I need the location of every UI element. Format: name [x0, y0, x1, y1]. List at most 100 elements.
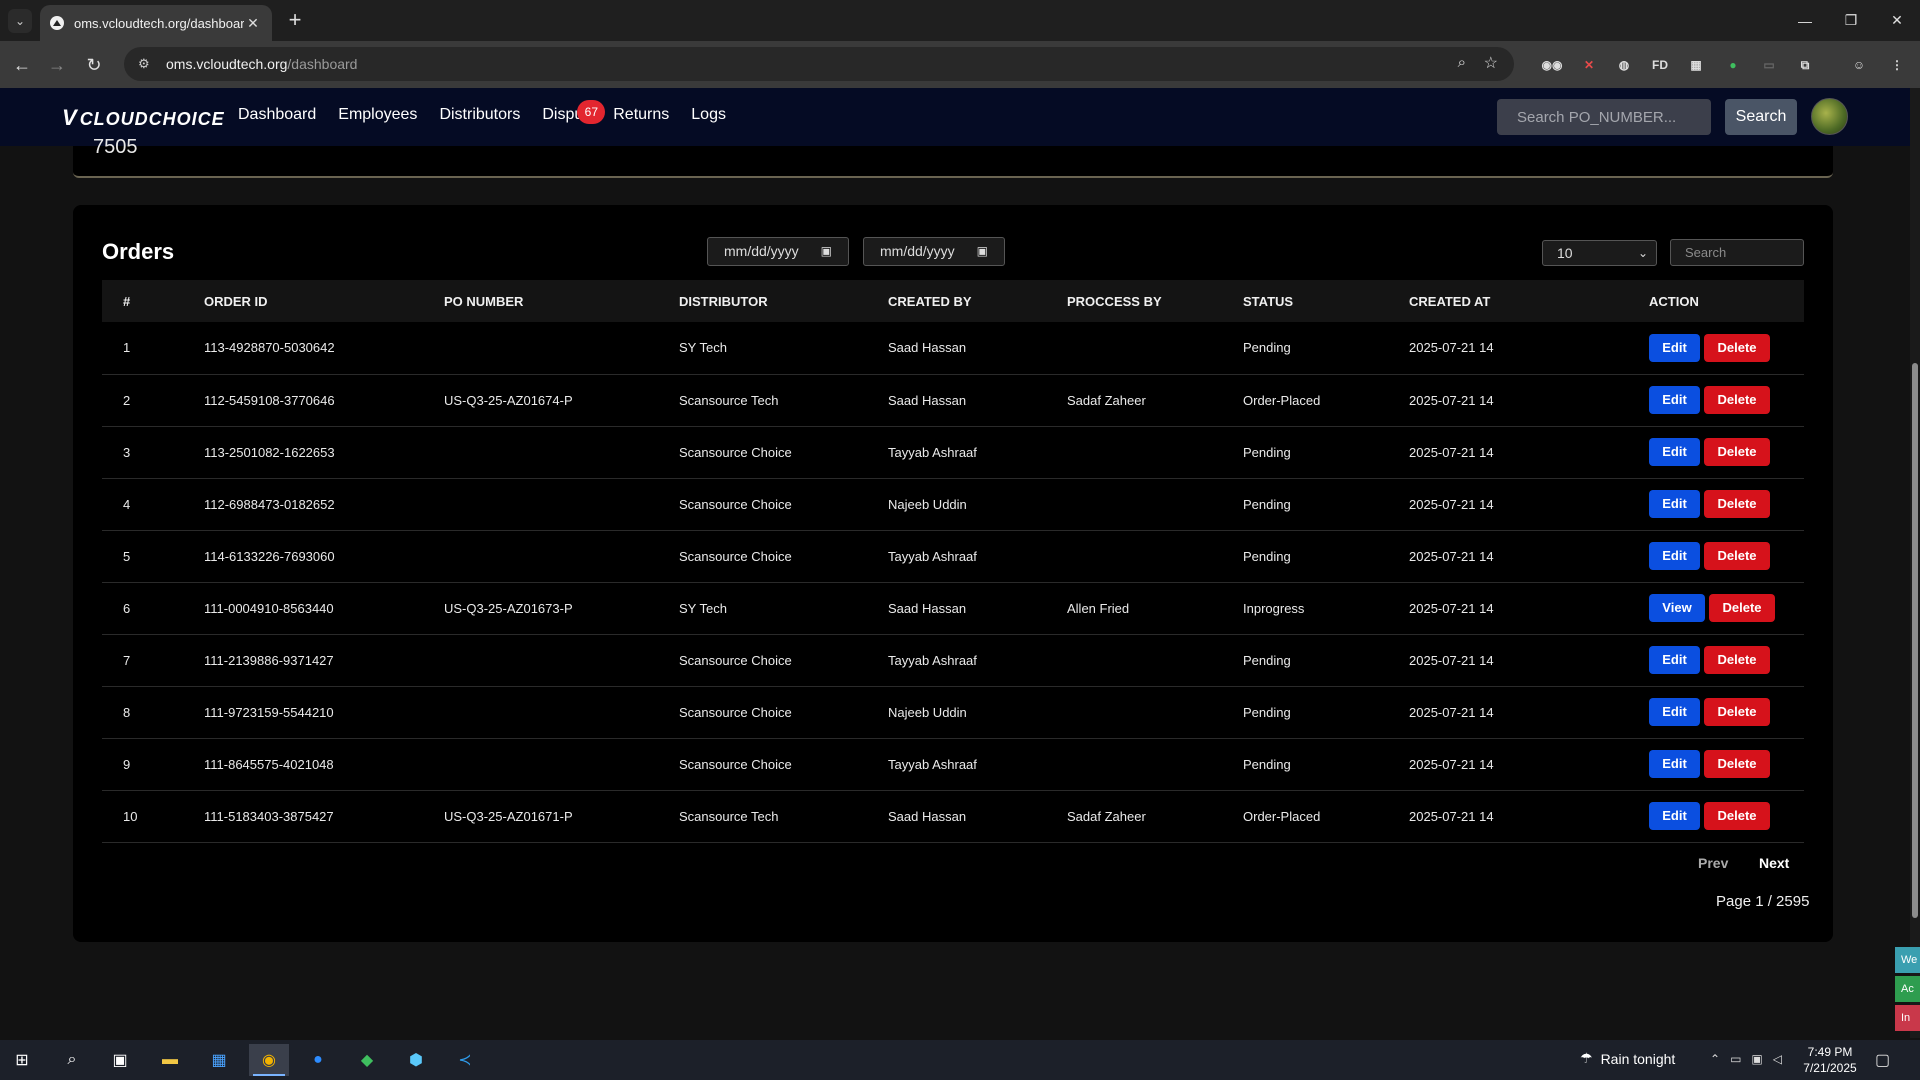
cell-order-id: 114-6133226-7693060 [204, 548, 335, 564]
prev-page-button[interactable]: Prev [1698, 855, 1728, 871]
edit-button[interactable]: Edit [1649, 438, 1700, 466]
edit-button[interactable]: Edit [1649, 542, 1700, 570]
nav-disputes[interactable]: Dispu 67 [542, 100, 606, 124]
extension-globe-icon[interactable]: ◍ [1613, 54, 1635, 76]
cell-action: Edit Delete [1649, 738, 1804, 790]
network-icon[interactable]: ▣ [1751, 1052, 1762, 1066]
table-header-row: # ORDER ID PO NUMBER DISTRIBUTOR CREATED… [102, 280, 1804, 322]
zoom-icon[interactable]: ⌕ [1458, 54, 1466, 71]
edit-button[interactable]: Edit [1649, 802, 1700, 830]
minimize-icon[interactable]: — [1782, 0, 1828, 41]
delete-button[interactable]: Delete [1709, 594, 1775, 622]
nav-employees[interactable]: Employees [338, 106, 417, 124]
notification-icon[interactable]: ▢ [1875, 1050, 1890, 1070]
browser-menu-icon[interactable]: ⋮ [1886, 54, 1908, 76]
weather-text: Rain tonight [1600, 1050, 1676, 1067]
cell-distributor: Scansource Tech [679, 808, 779, 824]
edit-button[interactable]: Edit [1649, 646, 1700, 674]
next-page-button[interactable]: Next [1759, 855, 1789, 871]
bookmark-star-icon[interactable]: ☆ [1484, 53, 1498, 73]
po-search-button[interactable]: Search [1725, 99, 1797, 135]
delete-button[interactable]: Delete [1704, 438, 1770, 466]
edit-button[interactable]: Edit [1649, 750, 1700, 778]
delete-button[interactable]: Delete [1704, 750, 1770, 778]
close-window-icon[interactable]: ✕ [1874, 0, 1920, 41]
user-avatar[interactable] [1811, 98, 1848, 135]
weather-widget[interactable]: ☂ Rain tonight [1580, 1050, 1675, 1067]
delete-button[interactable]: Delete [1704, 646, 1770, 674]
side-widget-1[interactable]: We [1895, 947, 1920, 973]
calendar-icon[interactable]: ▣ [821, 238, 832, 265]
page-scrollbar[interactable] [1910, 88, 1920, 1038]
search-icon[interactable]: ⌕ [52, 1044, 92, 1076]
orders-search-input[interactable] [1670, 239, 1804, 266]
nav-logs[interactable]: Logs [691, 106, 726, 124]
nav-distributors[interactable]: Distributors [439, 106, 520, 124]
cell-action: Edit Delete [1649, 322, 1804, 374]
zoom-app-icon[interactable]: ● [298, 1044, 338, 1076]
extension-image-icon[interactable]: ▦ [1685, 54, 1707, 76]
task-view-icon[interactable]: ▣ [100, 1044, 140, 1076]
edit-button[interactable]: Edit [1649, 698, 1700, 726]
cell-po-number: US-Q3-25-AZ01671-P [444, 808, 573, 824]
cell-po-number: US-Q3-25-AZ01674-P [444, 392, 573, 408]
forward-icon[interactable]: → [44, 52, 70, 78]
restore-icon[interactable]: ❐ [1828, 0, 1874, 41]
chrome-icon[interactable]: ◉ [249, 1044, 289, 1076]
cell-created-by: Saad Hassan [888, 392, 967, 408]
delete-button[interactable]: Delete [1704, 698, 1770, 726]
page-size-select[interactable]: 10 ⌄ [1542, 240, 1657, 266]
date-to-input[interactable]: mm/dd/yyyy ▣ [863, 237, 1005, 266]
cell-created-by: Najeeb Uddin [888, 704, 967, 720]
back-icon[interactable]: ← [9, 52, 35, 78]
taskbar-clock[interactable]: 7:49 PM 7/21/2025 [1795, 1044, 1865, 1076]
browser-tab-active[interactable]: oms.vcloudtech.org/dashboard ✕ [40, 5, 272, 41]
delete-button[interactable]: Delete [1704, 542, 1770, 570]
reload-icon[interactable]: ↻ [81, 52, 107, 78]
address-bar[interactable]: ⚙ oms.vcloudtech.org/dashboard ⌕ ☆ [124, 47, 1514, 81]
mongodb-icon[interactable]: ◆ [347, 1044, 387, 1076]
edit-button[interactable]: Edit [1649, 386, 1700, 414]
file-explorer-icon[interactable]: ▬ [150, 1044, 190, 1076]
extension-green-icon[interactable]: ● [1722, 54, 1744, 76]
cloudchoice-logo[interactable]: V CLOUDCHOICE [62, 105, 225, 131]
edit-button[interactable]: Edit [1649, 333, 1700, 362]
side-widget-3[interactable]: In [1895, 1005, 1920, 1031]
tray-expand-icon[interactable]: ⌃ [1710, 1052, 1720, 1066]
new-tab-icon[interactable]: + [282, 8, 308, 34]
store-icon[interactable]: ▦ [199, 1044, 239, 1076]
app-hex-icon[interactable]: ⬢ [396, 1044, 436, 1076]
edit-button[interactable]: Edit [1649, 490, 1700, 518]
extension-glasses-icon[interactable]: ◉◉ [1541, 54, 1563, 76]
extension-fd-icon[interactable]: FD [1649, 54, 1671, 76]
po-number-search-input[interactable] [1497, 99, 1711, 135]
extension-card-icon[interactable]: ▭ [1758, 54, 1780, 76]
table-row: 5 114-6133226-7693060 Scansource Choice Tay… [102, 530, 1804, 582]
windows-start-icon[interactable]: ⊞ [2, 1044, 42, 1076]
tab-list-icon[interactable]: ⌄ [8, 9, 32, 33]
view-button[interactable]: View [1649, 594, 1705, 622]
cell-created-by: Najeeb Uddin [888, 496, 967, 512]
tab-close-icon[interactable]: ✕ [244, 15, 262, 32]
profile-icon[interactable]: ☺ [1848, 54, 1870, 76]
battery-icon[interactable]: ▭ [1730, 1052, 1741, 1066]
cell-created-at: 2025-07-21 14 [1409, 548, 1494, 564]
volume-icon[interactable]: ◁ [1773, 1052, 1782, 1066]
calendar-icon[interactable]: ▣ [977, 238, 988, 265]
delete-button[interactable]: Delete [1704, 490, 1770, 518]
delete-button[interactable]: Delete [1704, 802, 1770, 830]
side-widget-2[interactable]: Ac [1895, 976, 1920, 1002]
scrollbar-thumb[interactable] [1912, 363, 1918, 918]
delete-button[interactable]: Delete [1704, 386, 1770, 414]
vscode-icon[interactable]: ≺ [445, 1044, 485, 1076]
nav-dashboard[interactable]: Dashboard [238, 106, 316, 124]
col-distributor: DISTRIBUTOR [679, 293, 768, 309]
cell-order-id: 111-0004910-8563440 [204, 600, 334, 616]
extensions-puzzle-icon[interactable]: ⧉ [1794, 54, 1816, 76]
site-info-icon[interactable]: ⚙ [138, 56, 158, 72]
nav-returns[interactable]: Returns [613, 106, 669, 124]
date-from-input[interactable]: mm/dd/yyyy ▣ [707, 237, 849, 266]
cell-distributor: Scansource Choice [679, 652, 792, 668]
delete-button[interactable]: Delete [1704, 333, 1770, 362]
extension-x-icon[interactable]: ✕ [1578, 54, 1600, 76]
